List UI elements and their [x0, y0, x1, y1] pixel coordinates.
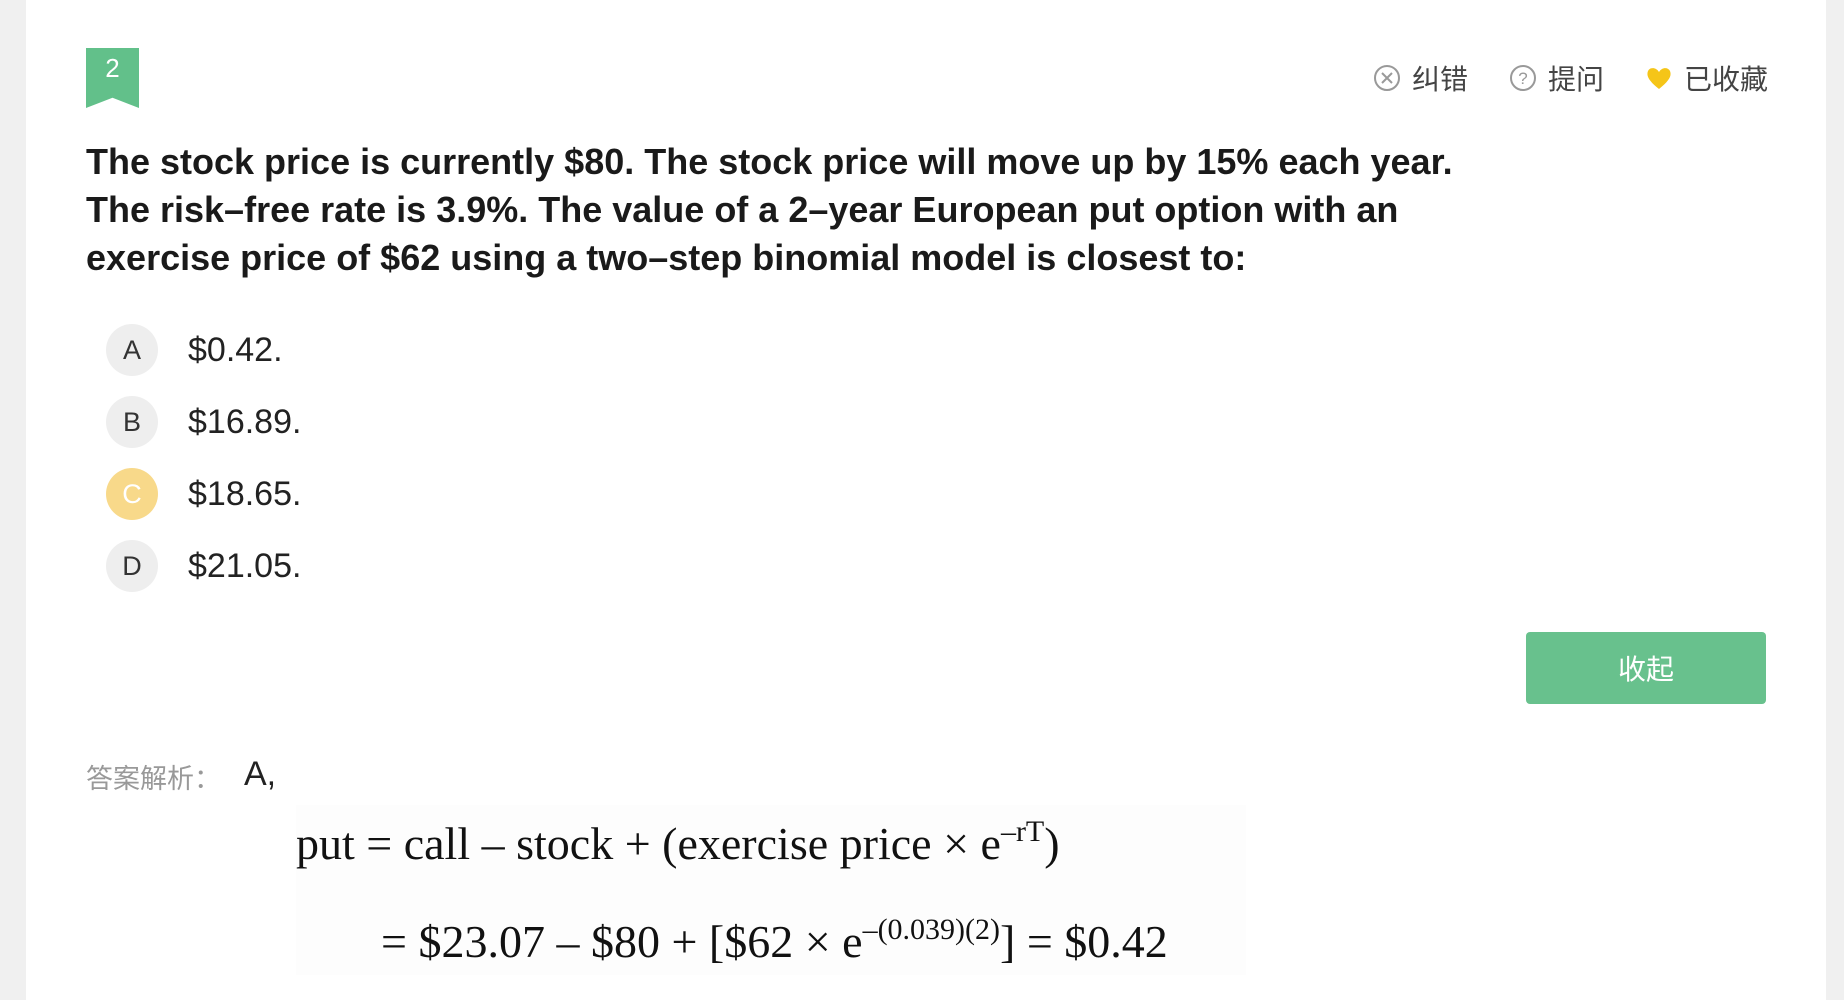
question-actions: 纠错 ? 提问 已收藏: [1372, 58, 1768, 98]
option-letter-selected: C: [106, 468, 158, 520]
ask-question-button[interactable]: ? 提问: [1508, 58, 1604, 98]
favorite-button[interactable]: 已收藏: [1644, 58, 1768, 98]
option-d[interactable]: D $21.05.: [106, 530, 301, 602]
close-circle-icon: [1372, 63, 1402, 93]
option-text: $18.65.: [188, 474, 302, 513]
option-a[interactable]: A $0.42.: [106, 314, 301, 386]
report-error-button[interactable]: 纠错: [1372, 58, 1468, 98]
option-letter: B: [106, 396, 158, 448]
option-letter: A: [106, 324, 158, 376]
option-b[interactable]: B $16.89.: [106, 386, 301, 458]
formula-image: put = call – stock + (exercise price × e…: [296, 805, 1246, 975]
question-text: The stock price is currently $80. The st…: [86, 141, 1453, 278]
formula-line-2-end: ] = $0.42: [1000, 916, 1168, 967]
report-error-label: 纠错: [1411, 64, 1468, 95]
formula-line-2-main: = $23.07 – $80 + [$62 × e: [381, 916, 863, 967]
answer-options: A $0.42. B $16.89. C $18.65. D $21.05.: [106, 314, 301, 602]
question-number-badge: 2: [86, 48, 139, 108]
option-text: $21.05.: [188, 546, 302, 585]
formula-line-1-end: ): [1044, 818, 1060, 869]
formula-line-2: = $23.07 – $80 + [$62 × e–(0.039)(2)] = …: [381, 913, 1168, 968]
question-circle-icon: ?: [1508, 63, 1538, 93]
heart-icon: [1644, 63, 1674, 93]
option-letter: D: [106, 540, 158, 592]
ask-question-label: 提问: [1547, 64, 1604, 95]
answer-value: A,: [244, 755, 277, 793]
question-card: 2 纠错 ? 提问 已收藏 The stock price is current…: [26, 0, 1826, 1000]
option-c[interactable]: C $18.65.: [106, 458, 301, 530]
favorite-label: 已收藏: [1683, 64, 1768, 95]
option-text: $16.89.: [188, 402, 302, 441]
formula-line-1: put = call – stock + (exercise price × e…: [296, 815, 1060, 870]
formula-line-1-exponent: –rT: [1000, 815, 1045, 848]
formula-line-2-exponent: –(0.039)(2): [862, 913, 1001, 946]
answer-explanation-label: 答案解析：: [86, 764, 221, 795]
option-text: $0.42.: [188, 330, 283, 369]
collapse-button[interactable]: 收起: [1526, 632, 1766, 704]
formula-line-1-main: put = call – stock + (exercise price × e: [296, 818, 1001, 869]
svg-text:?: ?: [1518, 69, 1527, 88]
question-number: 2: [105, 53, 120, 83]
